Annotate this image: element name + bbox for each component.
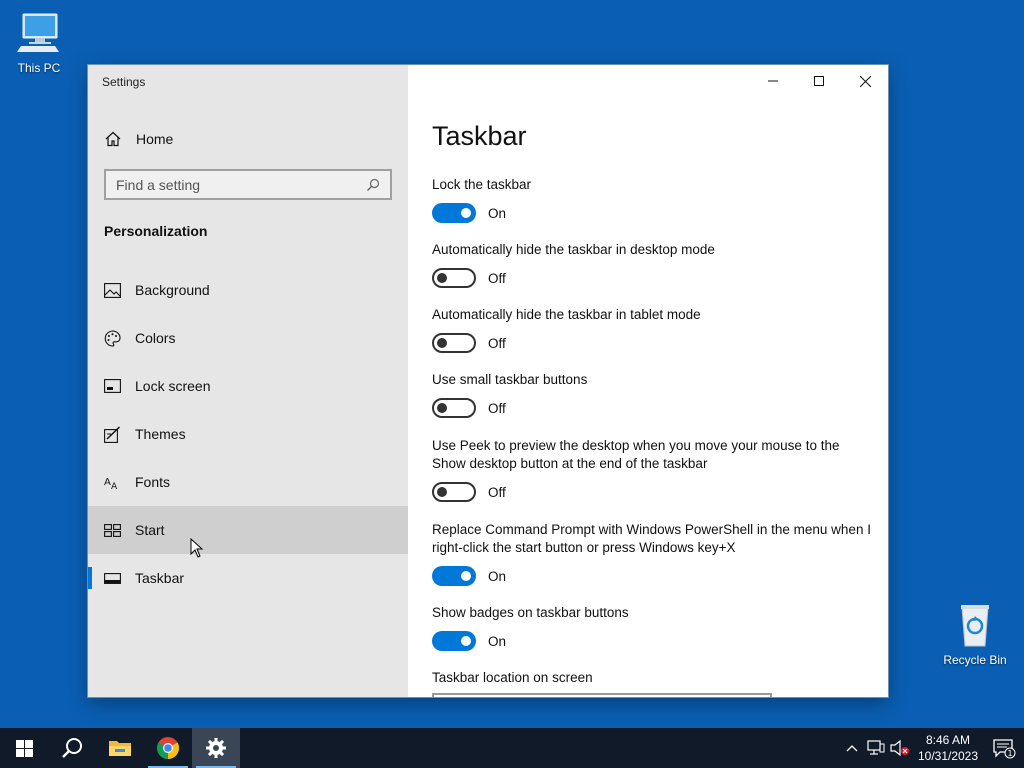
palette-icon	[104, 329, 121, 347]
nav-item-label: Start	[135, 522, 165, 538]
setting-label: Replace Command Prompt with Windows Powe…	[432, 522, 871, 555]
taskbar-icon	[104, 570, 121, 587]
nav-item-lock-screen[interactable]: Lock screen	[88, 362, 408, 410]
personalization-heading: Personalization	[104, 223, 208, 239]
setting-label: Taskbar location on screen	[432, 670, 593, 685]
search-button[interactable]	[48, 728, 96, 768]
setting-label: Use Peek to preview the desktop when you…	[432, 438, 840, 471]
folder-icon	[109, 741, 131, 756]
nav-item-colors[interactable]: Colors	[88, 314, 408, 362]
toggle-state: Off	[488, 484, 506, 500]
nav-item-label: Fonts	[135, 474, 171, 490]
settings-taskbar-button[interactable]	[192, 728, 240, 768]
settings-nav-pane: Settings Home Find a setting Personaliza…	[88, 65, 408, 697]
setting-label: Use small taskbar buttons	[432, 372, 588, 387]
mouse-cursor-icon	[190, 538, 204, 558]
setting-label: Lock the taskbar	[432, 177, 532, 192]
start-icon	[104, 522, 121, 539]
nav-item-label: Lock screen	[135, 378, 211, 394]
computer-icon	[17, 13, 59, 52]
lock-taskbar-toggle[interactable]	[432, 203, 476, 223]
find-setting-search-box[interactable]: Find a setting	[104, 169, 392, 200]
toggle-state: On	[488, 568, 507, 584]
notification-icon: 1	[993, 739, 1016, 759]
taskbar-location-dropdown[interactable]	[432, 693, 772, 697]
setting-autohide-desktop: Automatically hide the taskbar in deskto…	[432, 241, 872, 288]
network-icon	[867, 740, 885, 755]
badges-toggle[interactable]	[432, 631, 476, 651]
chevron-up-icon	[846, 745, 858, 752]
taskbar-settings-content: Taskbar Lock the taskbar On Automaticall…	[432, 65, 872, 697]
network-tray-button[interactable]	[864, 728, 888, 768]
action-center-button[interactable]: 1	[984, 728, 1024, 768]
nav-item-themes[interactable]: Themes	[88, 410, 408, 458]
volume-muted-icon	[890, 740, 909, 756]
this-pc-label: This PC	[17, 61, 61, 75]
this-pc-desktop-icon[interactable]: This PC	[4, 8, 74, 75]
clock-time: 8:46 AM	[925, 733, 971, 747]
windows-logo-icon	[15, 739, 33, 757]
show-hidden-icons-button[interactable]	[840, 728, 864, 768]
search-icon	[367, 178, 380, 191]
toggle-state: Off	[488, 335, 506, 351]
svg-text:A: A	[111, 482, 118, 490]
toggle-state: Off	[488, 270, 506, 286]
home-nav-item[interactable]: Home	[104, 127, 173, 151]
nav-item-fonts[interactable]: AA Fonts	[88, 458, 408, 506]
peek-toggle[interactable]	[432, 482, 476, 502]
setting-small-buttons: Use small taskbar buttons Off	[432, 371, 872, 418]
recycle-bin-icon	[961, 605, 989, 647]
recycle-bin-label: Recycle Bin	[943, 653, 1007, 667]
setting-lock-taskbar: Lock the taskbar On	[432, 176, 872, 223]
svg-text:A: A	[104, 477, 111, 488]
page-title: Taskbar	[432, 121, 527, 151]
toggle-state: Off	[488, 400, 506, 416]
start-button[interactable]	[0, 728, 48, 768]
nav-item-label: Themes	[135, 426, 186, 442]
nav-item-start[interactable]: Start	[88, 506, 408, 554]
themes-icon	[104, 425, 121, 443]
powershell-toggle[interactable]	[432, 566, 476, 586]
personalization-nav-list: Background Colors Lock screen Themes A A…	[88, 266, 408, 602]
small-buttons-toggle[interactable]	[432, 398, 476, 418]
nav-item-background[interactable]: Background	[88, 266, 408, 314]
toggle-state: On	[488, 633, 507, 649]
search-placeholder: Find a setting	[116, 176, 201, 193]
system-tray: 8:46 AM 10/31/2023 1	[840, 728, 1024, 768]
window-title: Settings	[102, 75, 146, 89]
clock-date: 10/31/2023	[917, 749, 979, 763]
chrome-button[interactable]	[144, 728, 192, 768]
nav-item-label: Colors	[135, 330, 176, 346]
taskbar-clock[interactable]: 8:46 AM 10/31/2023	[912, 732, 984, 764]
setting-autohide-tablet: Automatically hide the taskbar in tablet…	[432, 306, 872, 353]
nav-item-label: Taskbar	[135, 570, 185, 586]
setting-taskbar-location: Taskbar location on screen	[432, 669, 872, 687]
volume-tray-button[interactable]	[888, 728, 912, 768]
setting-label: Show badges on taskbar buttons	[432, 605, 629, 620]
autohide-tablet-toggle[interactable]	[432, 333, 476, 353]
autohide-desktop-toggle[interactable]	[432, 268, 476, 288]
setting-powershell: Replace Command Prompt with Windows Powe…	[432, 521, 872, 586]
recycle-bin-desktop-icon[interactable]: Recycle Bin	[940, 600, 1010, 667]
picture-icon	[104, 282, 121, 299]
lock-screen-icon	[104, 378, 121, 395]
chrome-icon	[157, 737, 179, 759]
setting-label: Automatically hide the taskbar in tablet…	[432, 307, 701, 322]
search-icon	[62, 738, 82, 758]
file-explorer-button[interactable]	[96, 728, 144, 768]
nav-item-label: Background	[135, 282, 210, 298]
setting-peek: Use Peek to preview the desktop when you…	[432, 437, 872, 502]
setting-badges: Show badges on taskbar buttons On	[432, 604, 872, 651]
taskbar: 8:46 AM 10/31/2023 1	[0, 728, 1024, 768]
setting-label: Automatically hide the taskbar in deskto…	[432, 242, 715, 257]
gear-icon	[206, 738, 226, 758]
home-label: Home	[136, 131, 174, 147]
notification-count: 1	[1007, 749, 1012, 758]
settings-window: Settings Home Find a setting Personaliza…	[88, 65, 888, 697]
home-icon	[105, 131, 121, 147]
toggle-state: On	[488, 205, 507, 221]
fonts-icon: AA	[104, 474, 121, 491]
nav-item-taskbar[interactable]: Taskbar	[88, 554, 408, 602]
